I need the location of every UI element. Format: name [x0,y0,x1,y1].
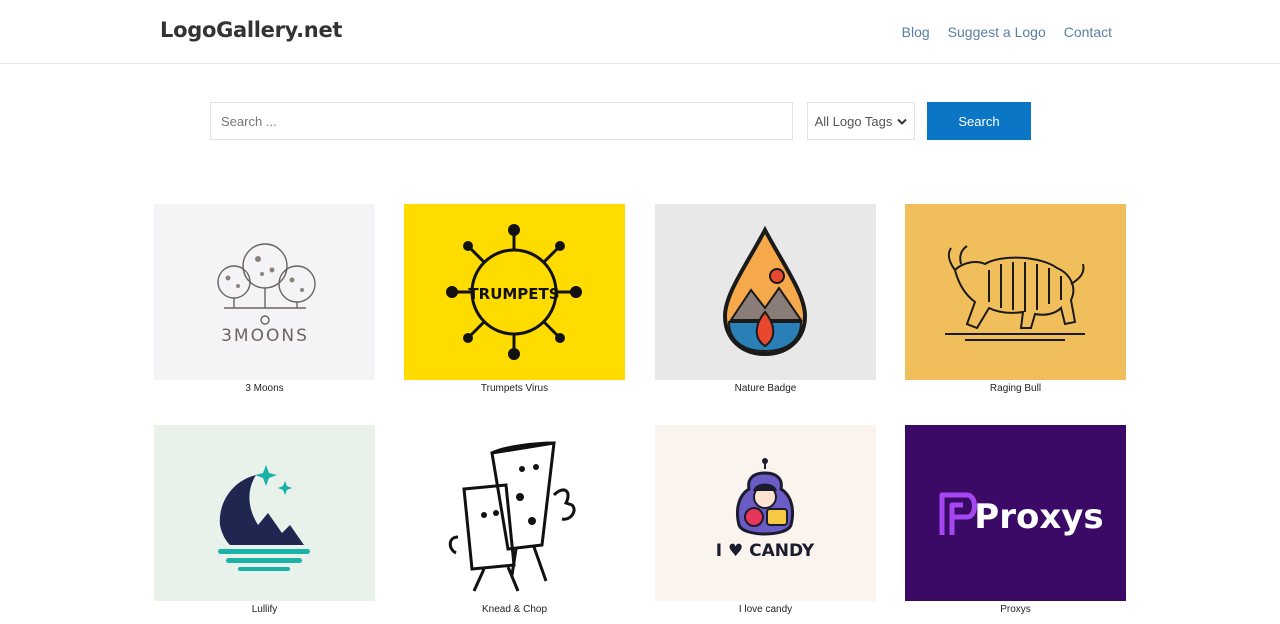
raging-bull-icon [945,245,1085,341]
logo-card[interactable]: Proxys Proxys [905,425,1126,615]
tag-select-value: All Logo Tags [814,113,893,129]
logo-card[interactable]: Lullify [154,425,375,615]
nav-contact[interactable]: Contact [1064,24,1112,40]
logo-thumbnail[interactable] [905,204,1126,380]
proxys-wordmark: Proxys [974,497,1103,537]
trumpets-virus-icon: TRUMPETS [446,224,582,360]
i-love-candy-icon: I ♥ CANDY [716,458,815,561]
nav-suggest-logo[interactable]: Suggest a Logo [948,24,1046,40]
lullify-moon-boat-icon [218,465,310,571]
search-button[interactable]: Search [927,102,1031,140]
search-bar: All Logo Tags Search [210,102,1032,140]
logo-thumbnail[interactable]: Proxys [905,425,1126,601]
proxys-p-icon: Proxys [939,492,1104,537]
logo-title[interactable]: Lullify [154,604,375,615]
i-love-candy-wordmark: I ♥ CANDY [716,541,815,561]
logo-title[interactable]: I love candy [655,604,876,615]
trumpets-wordmark: TRUMPETS [468,285,559,303]
logo-thumbnail[interactable] [154,425,375,601]
chevron-down-icon [897,118,908,125]
knead-chop-pizza-icon [448,441,576,592]
logo-card[interactable]: Knead & Chop [404,425,625,615]
logo-card[interactable]: 3MOONS 3 Moons [154,204,375,394]
logo-thumbnail[interactable]: I ♥ CANDY [655,425,876,601]
logo-title[interactable]: Raging Bull [905,383,1126,394]
logo-card[interactable]: Raging Bull [905,204,1126,394]
logo-title[interactable]: Trumpets Virus [404,383,625,394]
logo-card[interactable]: Nature Badge [655,204,876,394]
logo-title[interactable]: Proxys [905,604,1126,615]
search-input[interactable] [210,102,793,140]
logo-thumbnail[interactable]: 3MOONS [154,204,375,380]
three-moons-wordmark: 3MOONS [221,326,309,346]
logo-thumbnail[interactable]: TRUMPETS [404,204,625,380]
main-nav: Blog Suggest a Logo Contact [902,24,1112,40]
logo-card[interactable]: TRUMPETS Trumpets Virus [404,204,625,394]
logo-title[interactable]: Knead & Chop [404,604,625,615]
site-header: LogoGallery.net Blog Suggest a Logo Cont… [0,0,1280,64]
logo-thumbnail[interactable] [655,204,876,380]
site-logo[interactable]: LogoGallery.net [160,18,342,42]
logo-title[interactable]: Nature Badge [655,383,876,394]
logo-title[interactable]: 3 Moons [154,383,375,394]
logo-thumbnail[interactable] [404,425,625,601]
three-moons-trees-icon: 3MOONS [217,243,316,346]
nav-blog[interactable]: Blog [902,24,930,40]
nature-badge-drop-icon [722,225,808,357]
tag-select[interactable]: All Logo Tags [807,102,915,140]
logo-card[interactable]: I ♥ CANDY I love candy [655,425,876,615]
